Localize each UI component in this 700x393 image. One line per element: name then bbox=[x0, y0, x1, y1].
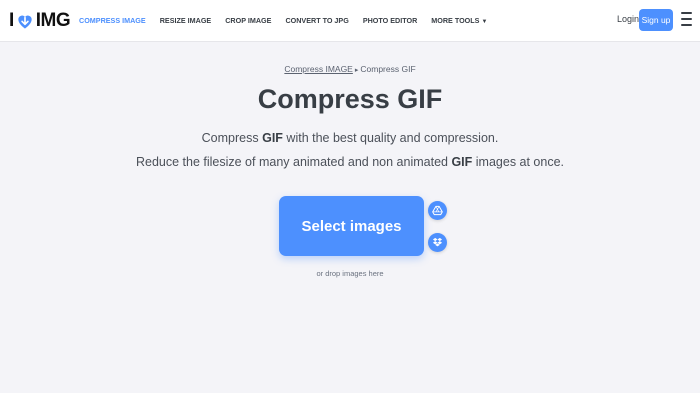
desc2-pre: Reduce the filesize of many animated and… bbox=[135, 155, 452, 169]
google-drive-button[interactable] bbox=[428, 201, 447, 220]
page-description-line-1: Compress GIF with the best quality and c… bbox=[0, 131, 700, 145]
breadcrumb-separator-icon: ▸ bbox=[354, 67, 359, 74]
main-nav: COMPRESS IMAGE RESIZE IMAGE CROP IMAGE C… bbox=[79, 16, 501, 25]
select-images-button[interactable]: Select images bbox=[279, 196, 424, 256]
google-drive-icon bbox=[432, 205, 443, 216]
logo-text-left: I bbox=[9, 10, 14, 31]
desc2-bold: GIF bbox=[451, 155, 473, 169]
hamburger-menu-icon[interactable] bbox=[681, 12, 692, 26]
menu-bar bbox=[681, 12, 692, 14]
signup-button[interactable]: Sign up bbox=[639, 9, 673, 31]
drop-images-hint: or drop images here bbox=[316, 269, 384, 278]
dropbox-icon bbox=[432, 237, 443, 247]
breadcrumb: Compress IMAGE ▸ Compress GIF bbox=[0, 64, 700, 74]
login-link[interactable]: Login bbox=[617, 14, 639, 24]
breadcrumb-current: Compress GIF bbox=[360, 64, 416, 74]
top-navigation-bar: I IMG COMPRESS IMAGE RESIZE IMAGE CROP I… bbox=[0, 0, 700, 42]
nav-convert-to-jpg[interactable]: CONVERT TO JPG bbox=[285, 16, 348, 25]
desc1-bold: GIF bbox=[262, 131, 283, 145]
menu-bar bbox=[681, 18, 692, 20]
nav-photo-editor[interactable]: PHOTO EDITOR bbox=[363, 16, 417, 25]
nav-more-tools-label: MORE TOOLS bbox=[431, 16, 480, 25]
desc2-post: images at once. bbox=[472, 155, 565, 169]
page-description-line-2: Reduce the filesize of many animated and… bbox=[0, 155, 700, 169]
brand-logo[interactable]: I IMG bbox=[9, 10, 71, 32]
logo-text-right: IMG bbox=[35, 10, 71, 31]
nav-crop-image[interactable]: CROP IMAGE bbox=[225, 16, 271, 25]
nav-compress-image[interactable]: COMPRESS IMAGE bbox=[79, 16, 146, 25]
nav-more-tools[interactable]: MORE TOOLS ▼ bbox=[431, 16, 487, 25]
menu-bar bbox=[681, 24, 692, 26]
heart-icon bbox=[18, 15, 32, 29]
caret-down-icon: ▼ bbox=[481, 19, 488, 25]
desc1-post: with the best quality and compression. bbox=[282, 131, 499, 145]
breadcrumb-parent-link[interactable]: Compress IMAGE bbox=[284, 64, 353, 74]
page-title: Compress GIF bbox=[257, 84, 443, 114]
dropbox-button[interactable] bbox=[428, 233, 447, 252]
desc1-pre: Compress bbox=[201, 131, 263, 145]
nav-resize-image[interactable]: RESIZE IMAGE bbox=[160, 16, 212, 25]
